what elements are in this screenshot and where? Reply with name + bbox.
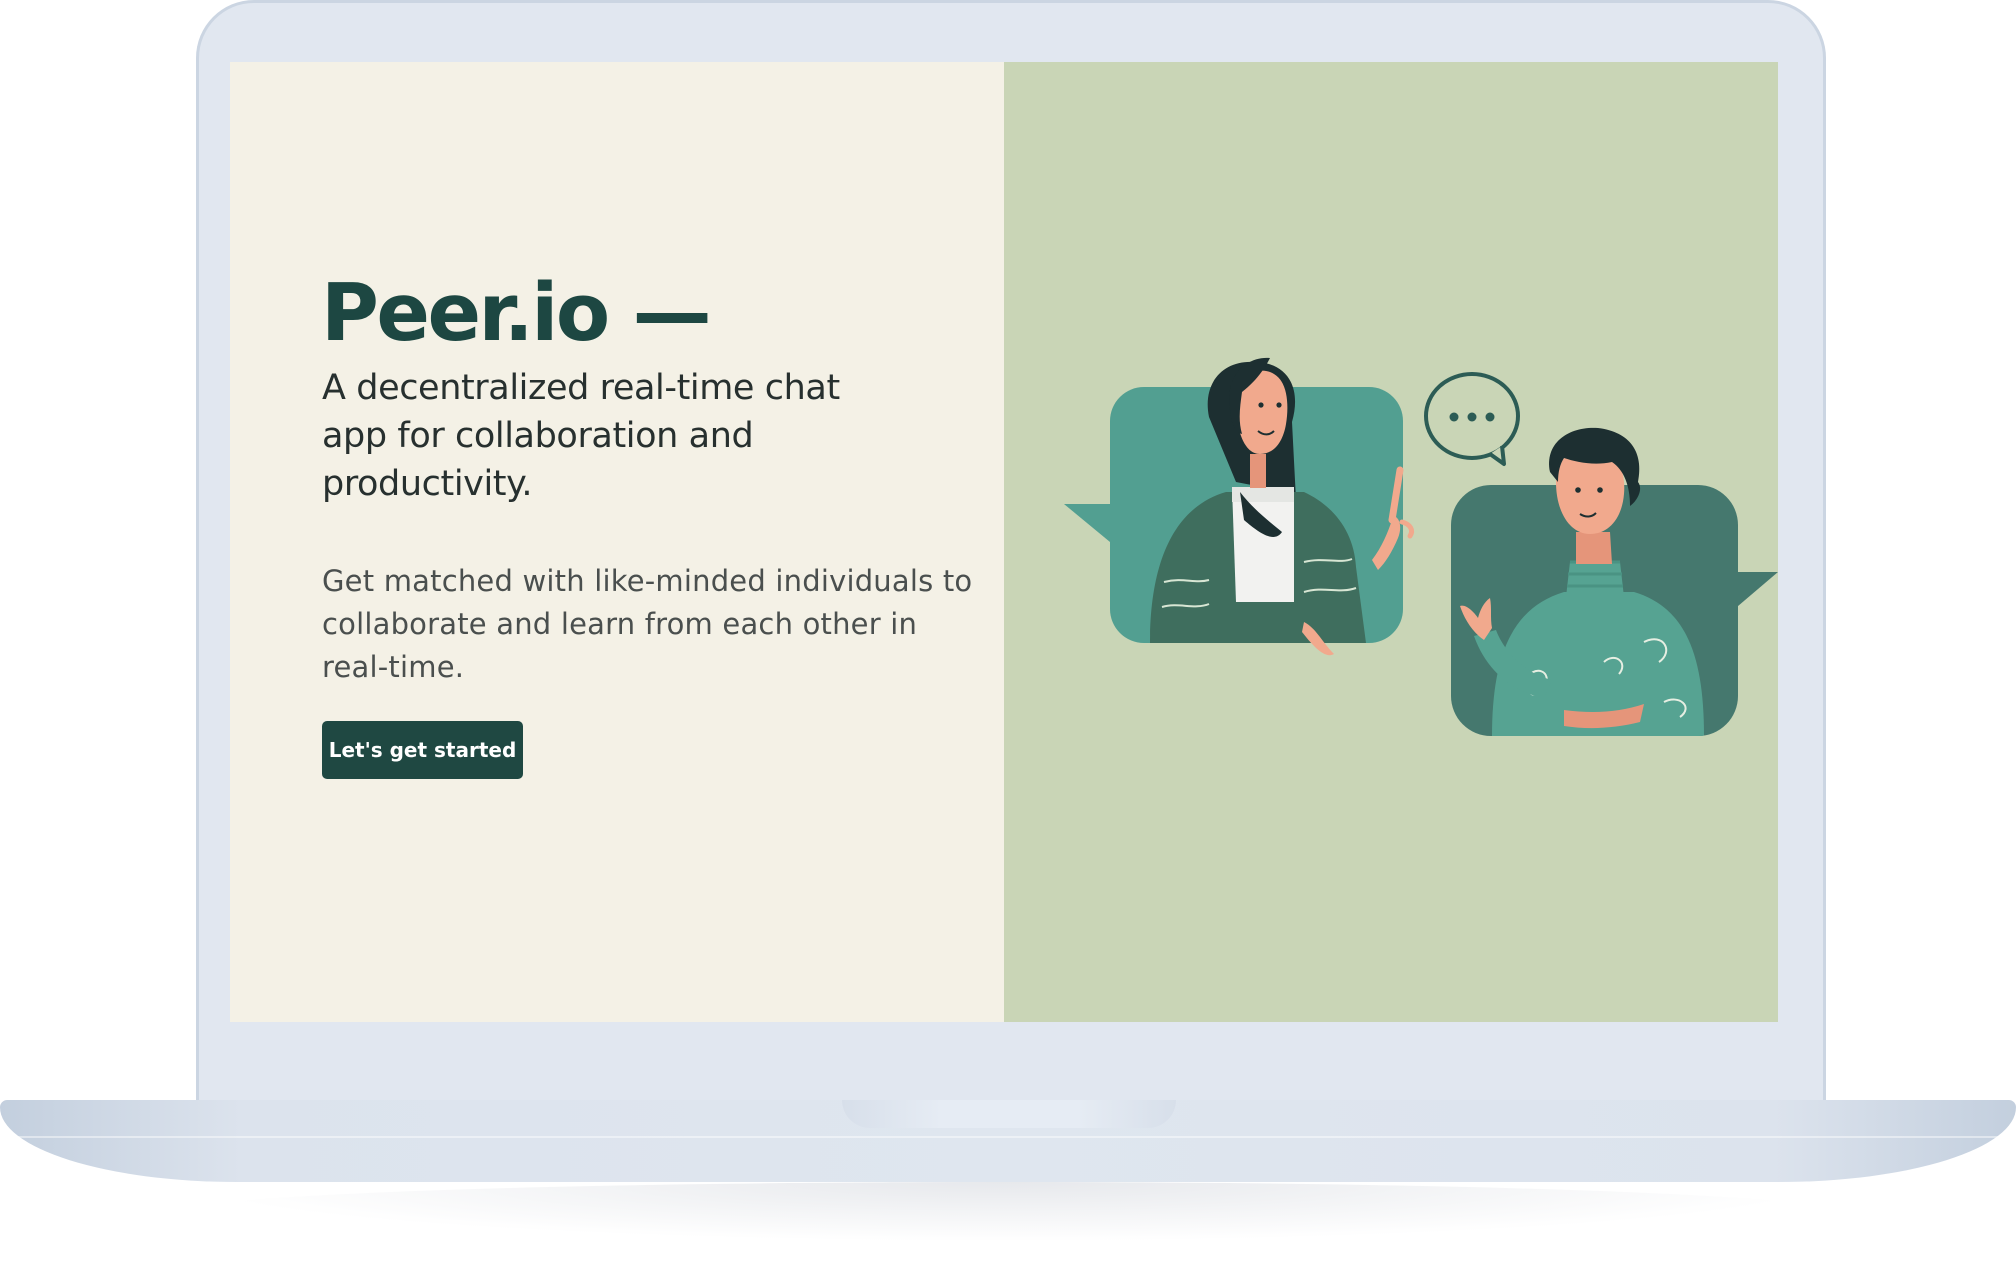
hero-subtitle: A decentralized real-time chat app for c… [322, 368, 840, 504]
laptop-screen: Peer.io — A decentralized real-time chat… [230, 62, 1778, 1022]
hero-title: Peer.io — [321, 267, 712, 359]
man-avatar-icon [1451, 427, 1778, 736]
chat-illustration [1064, 357, 1778, 736]
hero-text-panel: Peer.io — A decentralized real-time chat… [230, 62, 1004, 1022]
laptop-shadow [180, 1182, 1836, 1242]
woman-avatar-icon [1064, 357, 1415, 656]
hero-illustration-panel [1004, 62, 1778, 1022]
hero-description: Get matched with like-minded individuals… [322, 564, 973, 684]
speech-bubble-icon [1424, 372, 1520, 466]
laptop-notch [842, 1100, 1176, 1128]
get-started-button[interactable]: Let's get started [322, 721, 523, 779]
